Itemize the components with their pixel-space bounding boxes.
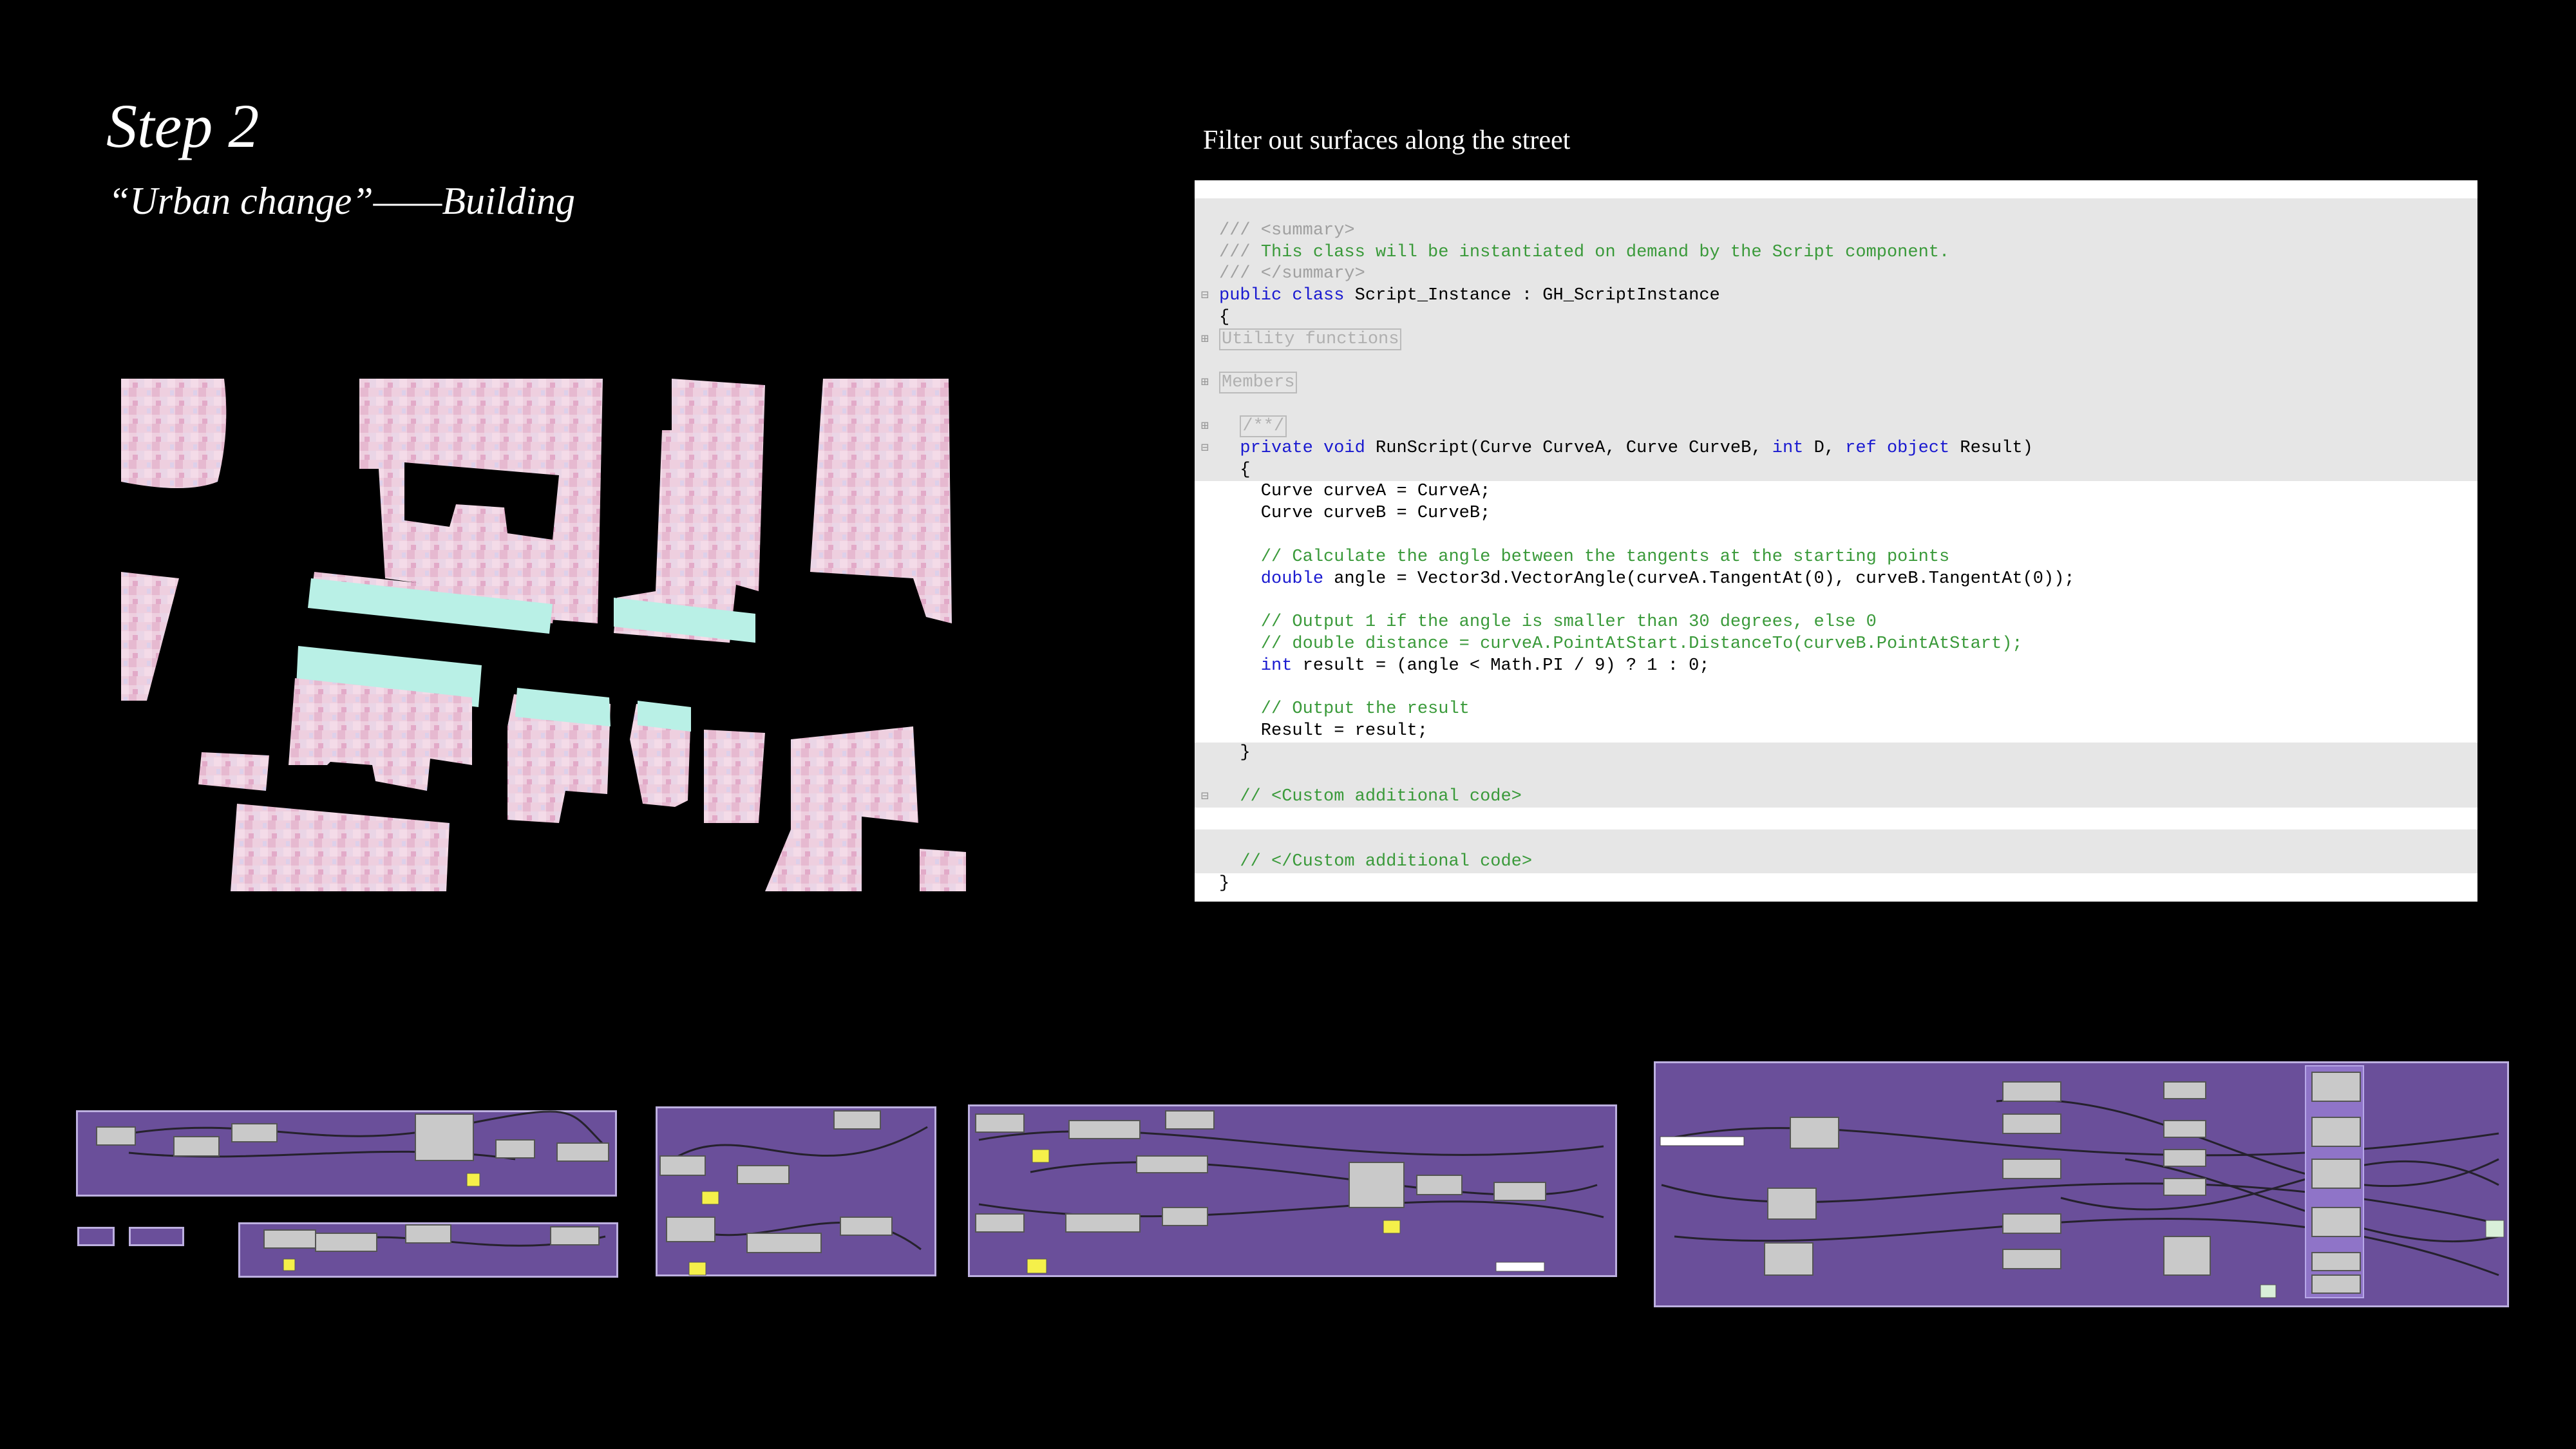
code-token: // Output 1 if the angle is smaller than… <box>1219 612 1877 632</box>
code-line: // Output 1 if the angle is smaller than… <box>1195 612 2477 634</box>
code-line: // Output the result <box>1195 699 2477 721</box>
code-line: ⊞ Members <box>1195 372 2477 395</box>
code-line: int result = (angle < Math.PI / 9) ? 1 :… <box>1195 656 2477 677</box>
code-line: // Calculate the angle between the tange… <box>1195 547 2477 569</box>
code-line: /// </summary> <box>1195 263 2477 286</box>
code-line: { <box>1195 307 2477 329</box>
step-title: Step 2 <box>106 91 260 160</box>
code-token: // Output the result <box>1219 699 1470 719</box>
code-token: // <Custom additional code> <box>1219 786 1522 806</box>
building-blocks <box>121 379 966 891</box>
code-line: /// This class will be instantiated on d… <box>1195 242 2477 264</box>
fold-marker-icon[interactable]: ⊞ <box>1201 416 1210 438</box>
code-line: ⊞ /**/ <box>1195 415 2477 438</box>
code-token: Members <box>1219 372 1298 394</box>
code-line <box>1195 829 2477 851</box>
code-token: // Calculate the angle between the tange… <box>1219 547 1950 567</box>
code-line: } <box>1195 742 2477 764</box>
code-line: ⊟ // <Custom additional code> <box>1195 786 2477 808</box>
code-token: /// <summary> <box>1219 220 1355 240</box>
grasshopper-wires <box>96 1065 2505 1298</box>
code-token: Curve curveA = CurveA; <box>1219 482 1491 502</box>
code-line: // double distance = curveA.PointAtStart… <box>1195 634 2477 656</box>
code-token: int <box>1772 438 1814 458</box>
code-token: public class <box>1219 286 1355 306</box>
code-token: Utility functions <box>1219 328 1402 350</box>
code-token: // double distance = curveA.PointAtStart… <box>1219 634 2023 654</box>
code-token: } <box>1219 873 1230 893</box>
code-token: /**/ <box>1240 415 1287 437</box>
code-token: private void <box>1240 438 1376 458</box>
code-token: { <box>1219 307 1230 327</box>
code-line: ⊟ private void RunScript(Curve CurveA, C… <box>1195 437 2477 460</box>
code-line: { <box>1195 459 2477 482</box>
code-token: RunScript(Curve CurveA, Curve CurveB, <box>1376 438 1772 458</box>
code-line: } <box>1195 873 2477 895</box>
code-token: int <box>1219 656 1303 676</box>
code-token: Result) <box>1960 438 2033 458</box>
csharp-script-editor[interactable]: /// <summary>/// This class will be inst… <box>1195 180 2477 902</box>
code-line <box>1195 764 2477 786</box>
code-line: /// <summary> <box>1195 220 2477 242</box>
fold-marker-icon[interactable]: ⊞ <box>1201 329 1210 351</box>
code-caption: Filter out surfaces along the street <box>1203 126 1571 155</box>
grasshopper-nodes <box>96 1065 2505 1298</box>
code-token: /// </summary> <box>1219 264 1365 284</box>
fold-marker-icon[interactable]: ⊟ <box>1201 285 1210 307</box>
code-line <box>1195 350 2477 373</box>
code-line: ⊟ public class Script_Instance : GH_Scrip… <box>1195 285 2477 307</box>
code-line: // </Custom additional code> <box>1195 851 2477 873</box>
fold-marker-icon[interactable]: ⊟ <box>1201 786 1210 808</box>
code-line: double angle = Vector3d.VectorAngle(curv… <box>1195 569 2477 591</box>
code-token: This class will be instantiated on deman… <box>1260 242 1950 262</box>
fold-marker-icon[interactable]: ⊟ <box>1201 438 1210 460</box>
code-line <box>1195 198 2477 220</box>
fold-marker-icon[interactable]: ⊞ <box>1201 372 1210 394</box>
code-token: double <box>1219 569 1334 589</box>
code-token: { <box>1219 460 1251 480</box>
code-line: Result = result; <box>1195 721 2477 743</box>
code-line: Curve curveA = CurveA; <box>1195 481 2477 503</box>
code-token: /// <box>1219 242 1261 262</box>
code-token: Curve curveB = CurveB; <box>1219 504 1491 524</box>
code-token: Script_Instance : GH_ScriptInstance <box>1354 286 1720 306</box>
code-token: Result = result; <box>1219 721 1428 741</box>
code-line: Curve curveB = CurveB; <box>1195 503 2477 525</box>
code-token: ref object <box>1845 438 1960 458</box>
code-token: D, <box>1814 438 1846 458</box>
code-line: ⊞ Utility functions <box>1195 328 2477 351</box>
code-lines: /// <summary>/// This class will be inst… <box>1195 198 2477 895</box>
building-surfaces-view <box>121 379 966 891</box>
code-line <box>1195 394 2477 416</box>
subtitle: “Urban change”——Building <box>108 180 576 222</box>
code-token: // </Custom additional code> <box>1219 851 1533 871</box>
code-token: angle = Vector3d.VectorAngle(curveA.Tang… <box>1334 569 2075 589</box>
code-token: result = (angle < Math.PI / 9) ? 1 : 0; <box>1302 656 1710 676</box>
code-token: } <box>1219 743 1251 762</box>
